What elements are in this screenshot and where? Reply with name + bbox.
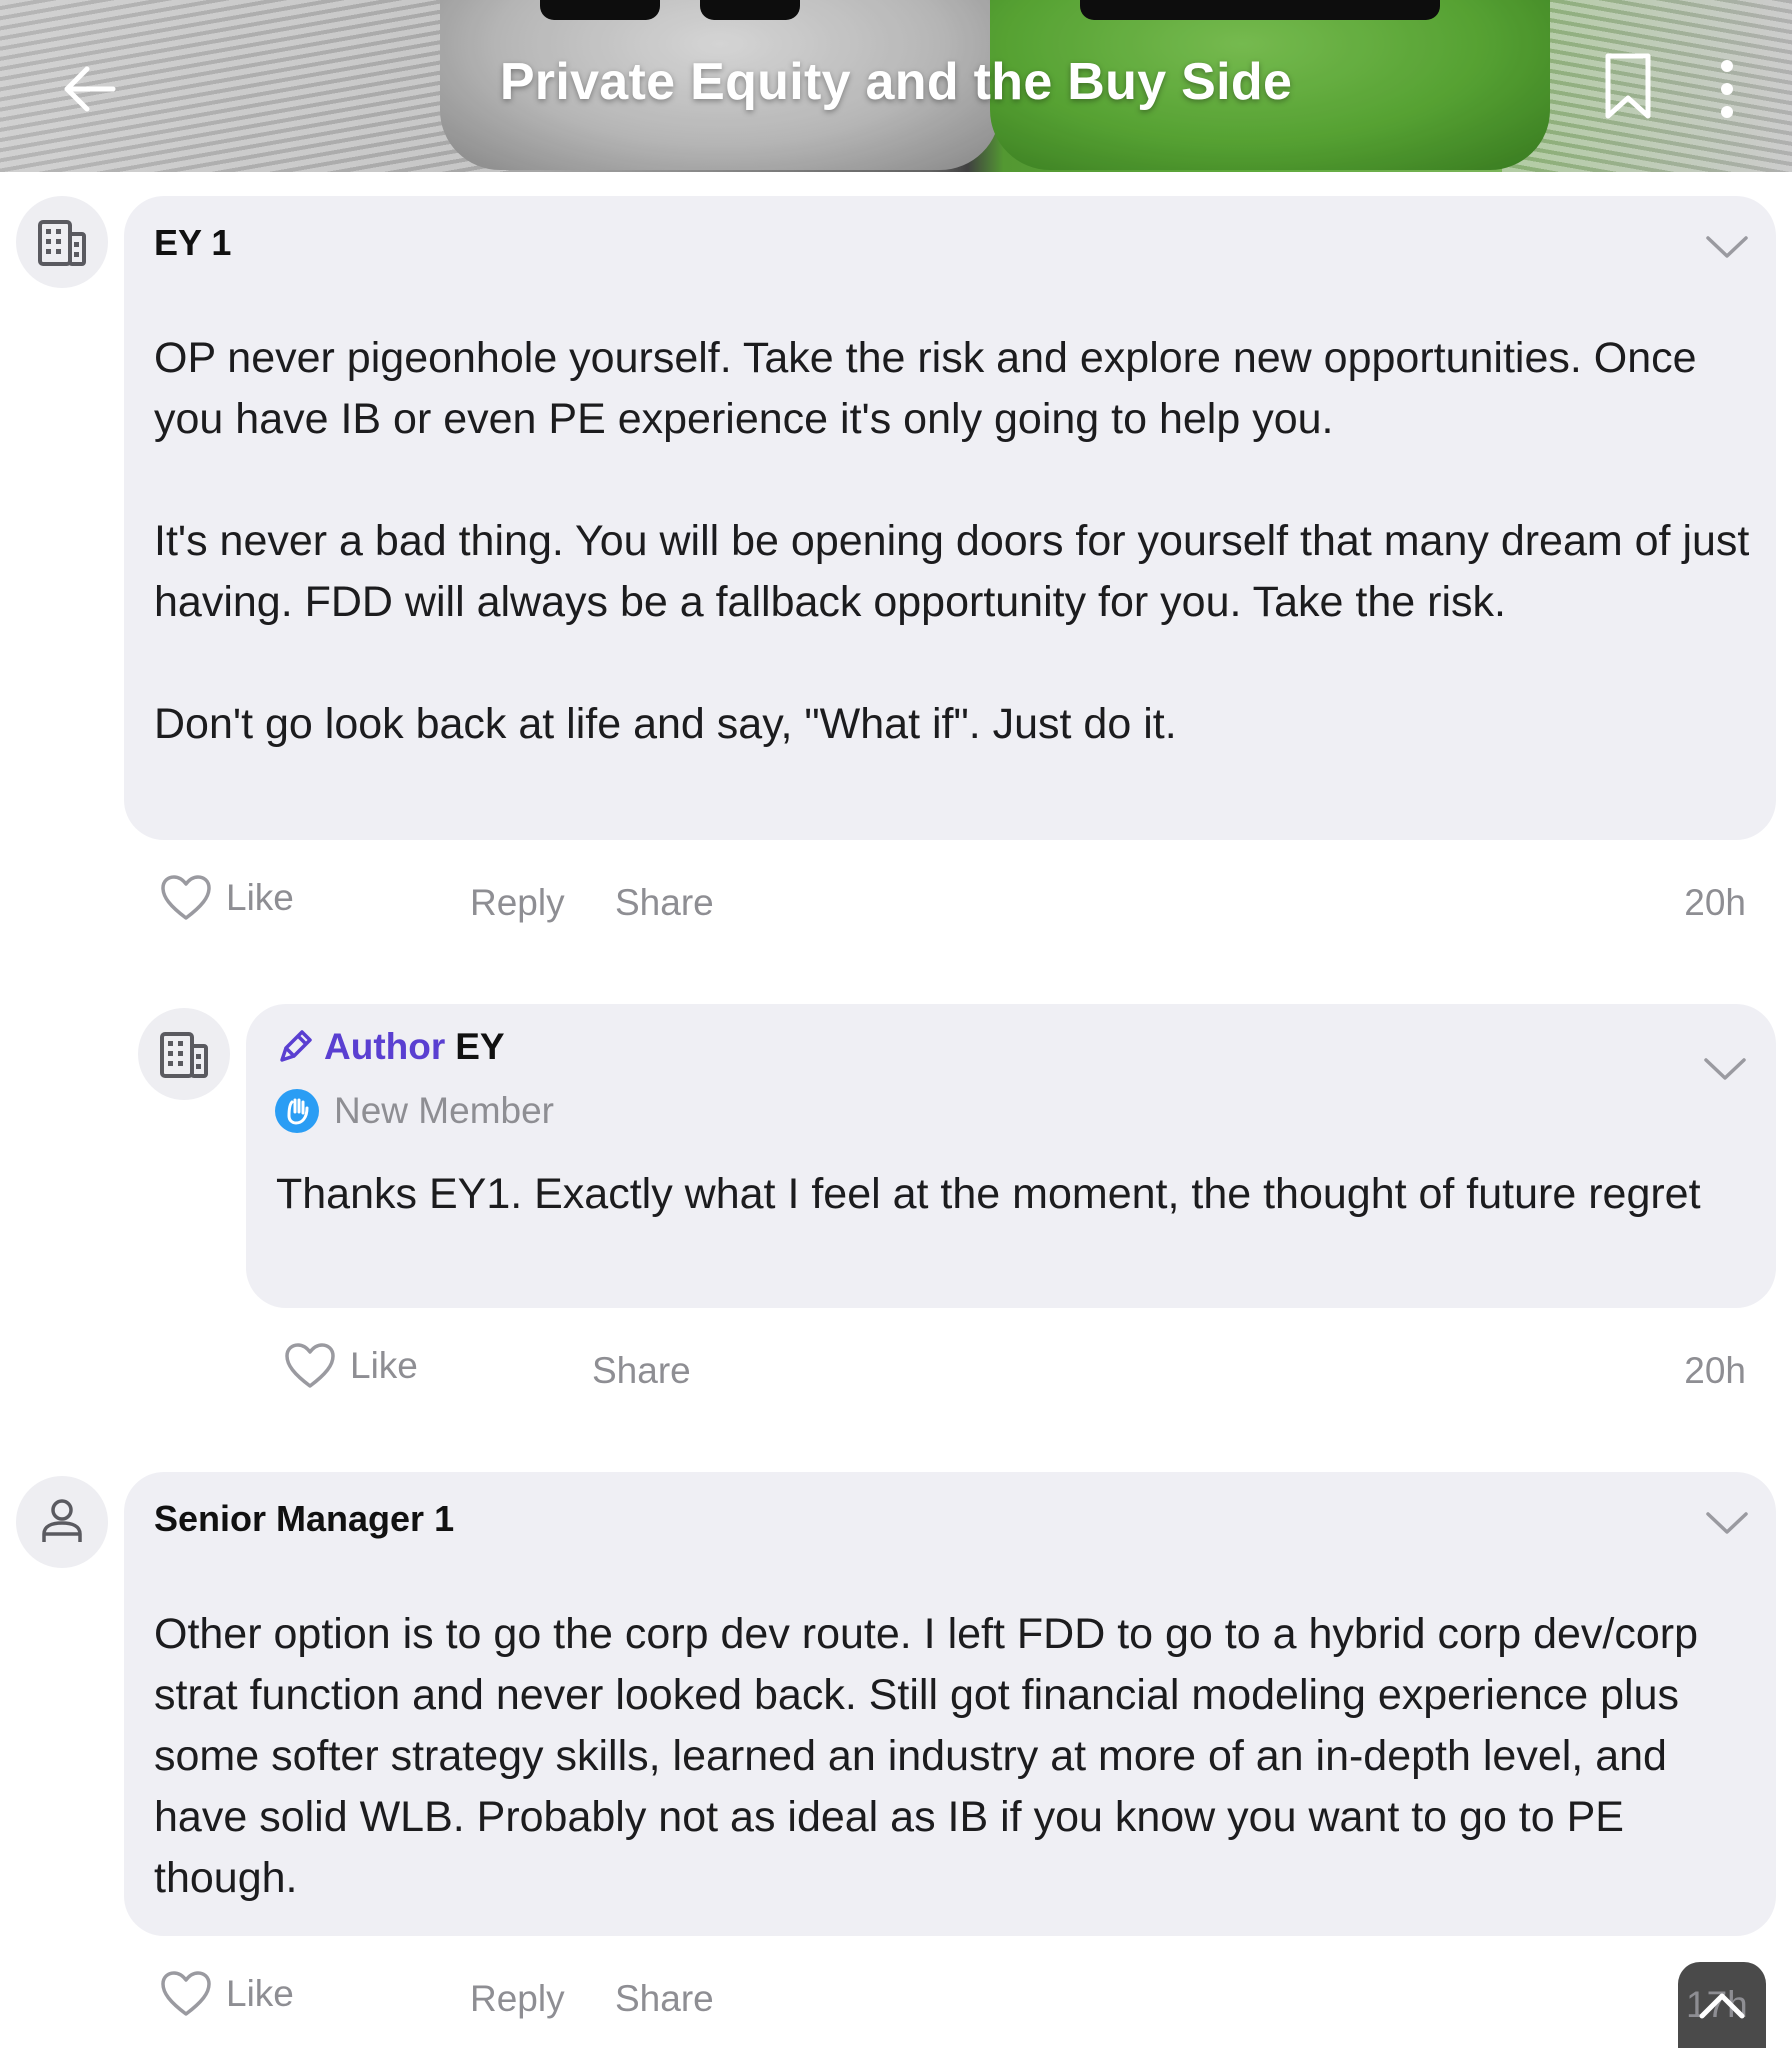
reply-bubble: Author EY New Member Thanks EY1. Exactly…: [246, 1004, 1776, 1308]
more-vertical-icon: [1721, 60, 1733, 118]
author-tag: Author: [324, 1026, 446, 1067]
reply-author-line: Author EY: [276, 1026, 505, 1068]
scroll-to-top-button[interactable]: 17h: [1678, 1962, 1766, 2048]
page-title: Private Equity and the Buy Side: [499, 53, 1293, 111]
like-button[interactable]: Like: [284, 1342, 418, 1390]
reply-button[interactable]: Reply: [470, 1978, 565, 2020]
comment-timestamp: 20h: [1684, 1350, 1746, 1391]
comment-body: OP never pigeonhole yourself. Take the r…: [154, 328, 1754, 755]
comment-author[interactable]: Senior Manager 1: [154, 1498, 454, 1540]
comment-paragraph: OP never pigeonhole yourself. Take the r…: [154, 334, 1697, 443]
reply-body: Thanks EY1. Exactly what I feel at the m…: [276, 1170, 1701, 1218]
heart-icon: [285, 1343, 335, 1388]
header-bar: Private Equity and the Buy Side: [0, 0, 1792, 172]
member-badge: New Member: [274, 1088, 554, 1134]
chevron-down-icon[interactable]: [1702, 1054, 1748, 1084]
person-icon: [42, 1499, 82, 1542]
comment-body: Other option is to go the corp dev route…: [154, 1610, 1699, 1902]
chevron-up-icon: [1699, 1993, 1745, 2019]
avatar[interactable]: [16, 196, 108, 288]
comment-bubble: EY 1 OP never pigeonhole yourself. Take …: [124, 196, 1776, 840]
comment-timestamp: 20h: [1684, 882, 1746, 923]
chevron-down-icon[interactable]: [1704, 1508, 1750, 1538]
share-button[interactable]: Share: [592, 1350, 691, 1392]
heart-icon: [161, 875, 211, 920]
bookmark-button[interactable]: [1600, 52, 1656, 122]
like-label: Like: [350, 1345, 418, 1386]
comment-paragraph: It's never a bad thing. You will be open…: [154, 517, 1750, 626]
like-button[interactable]: Like: [160, 1970, 294, 2018]
like-label: Like: [226, 877, 294, 918]
reply-button[interactable]: Reply: [470, 882, 565, 924]
avatar[interactable]: [16, 1476, 108, 1568]
share-button[interactable]: Share: [615, 882, 714, 924]
avatar[interactable]: [138, 1008, 230, 1100]
comment-bubble: Senior Manager 1 Other option is to go t…: [124, 1472, 1776, 1936]
member-badge-label: New Member: [334, 1090, 554, 1131]
comment-author[interactable]: EY: [455, 1026, 504, 1068]
comment-author[interactable]: EY 1: [154, 222, 231, 264]
building-icon: [160, 1032, 208, 1078]
like-button[interactable]: Like: [160, 874, 294, 922]
comment-paragraph: Don't go look back at life and say, "Wha…: [154, 700, 1177, 748]
pen-icon: [280, 1030, 312, 1062]
share-button[interactable]: Share: [615, 1978, 714, 2020]
more-options-button[interactable]: [1704, 56, 1750, 122]
building-icon: [38, 220, 86, 266]
chevron-down-icon[interactable]: [1704, 232, 1750, 262]
like-label: Like: [226, 1973, 294, 2014]
bookmark-icon: [1605, 53, 1651, 119]
heart-icon: [161, 1971, 211, 2016]
wave-hand-badge-icon: [275, 1089, 319, 1133]
